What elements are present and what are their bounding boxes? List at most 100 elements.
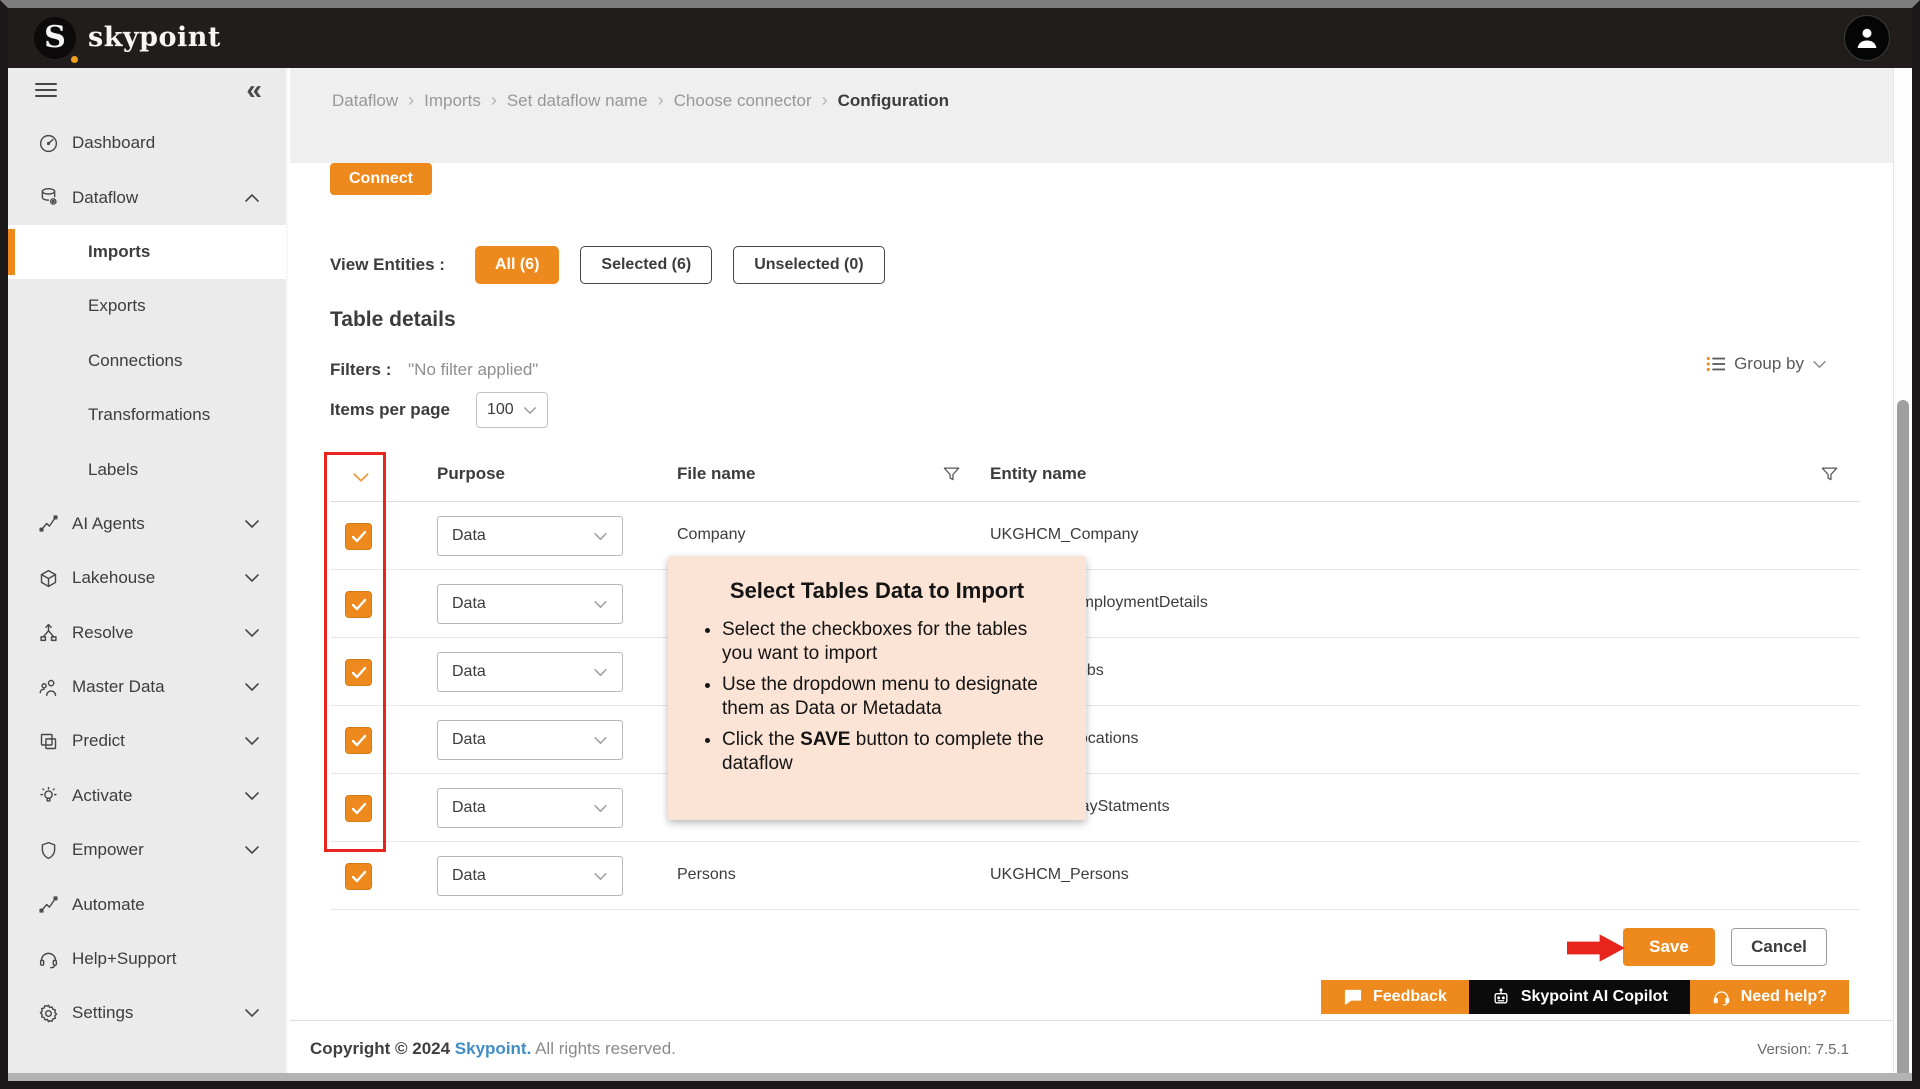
activate-icon	[36, 785, 60, 806]
purpose-dropdown[interactable]: Data	[437, 720, 623, 760]
sidebar-item-imports[interactable]: Imports	[8, 224, 286, 280]
topbar: S skypoint	[8, 8, 1912, 68]
sidebar-item-connections[interactable]: Connections	[8, 334, 286, 388]
breadcrumb-current: Configuration	[837, 90, 950, 110]
sidebar-item-labels[interactable]: Labels	[8, 442, 286, 496]
callout-bullets: Select the checkboxes for the tables you…	[692, 618, 1062, 775]
user-avatar[interactable]	[1844, 15, 1890, 61]
feedback-button[interactable]: Feedback	[1321, 980, 1469, 1014]
copilot-label: Skypoint AI Copilot	[1520, 988, 1668, 1005]
empower-shield-icon	[36, 840, 60, 861]
tables-list: Purpose File name Entity name Data Compa…	[330, 450, 1860, 910]
file-name-cell: Company	[677, 526, 746, 543]
sidebar-item-activate[interactable]: Activate	[8, 769, 286, 823]
chevron-down-icon	[1813, 360, 1826, 368]
callout-bullet: Click the SAVE button to complete the da…	[722, 728, 1062, 775]
dashboard-icon	[36, 133, 60, 154]
sidebar-item-label: Settings	[72, 1003, 134, 1023]
chevron-down-icon[interactable]	[244, 677, 260, 697]
row-checkbox[interactable]	[345, 863, 372, 890]
breadcrumb-separator-icon: ›	[490, 90, 497, 110]
robot-icon	[1494, 988, 1508, 1004]
sidebar-item-label: Empower	[72, 840, 144, 860]
group-by-control[interactable]: Group by	[1706, 354, 1827, 374]
connect-button[interactable]: Connect	[330, 163, 432, 195]
logo-letter: S	[44, 20, 66, 55]
sidebar-item-label: Exports	[88, 296, 146, 316]
master-data-icon	[36, 677, 60, 698]
table-row: Data Company UKGHCM_Company	[330, 502, 1860, 570]
sidebar-item-settings[interactable]: Settings	[8, 986, 286, 1040]
purpose-dropdown[interactable]: Data	[437, 788, 623, 828]
column-header-entity-name: Entity name	[990, 464, 1087, 483]
breadcrumb-item[interactable]: Choose connector	[674, 91, 812, 111]
sidebar-collapse-icon[interactable]: «	[246, 74, 262, 106]
chevron-down-icon[interactable]	[244, 514, 260, 534]
chevron-down-icon[interactable]	[244, 1003, 260, 1023]
sidebar-item-lakehouse[interactable]: Lakehouse	[8, 551, 286, 605]
chevron-down-icon[interactable]	[244, 568, 260, 588]
need-help-button[interactable]: Need help?	[1689, 980, 1849, 1014]
items-per-page-value: 100	[487, 401, 514, 418]
sidebar-item-empower[interactable]: Empower	[8, 823, 286, 877]
items-per-page-select[interactable]: 100	[476, 392, 548, 428]
scrollbar-thumb[interactable]	[1897, 400, 1909, 1081]
group-by-icon	[1706, 357, 1726, 371]
filter-selected-button[interactable]: Selected (6)	[580, 246, 713, 284]
lakehouse-icon	[36, 568, 60, 589]
purpose-dropdown[interactable]: Data	[437, 856, 623, 896]
window-bottom-strip	[8, 1073, 1912, 1081]
table-details-heading: Table details	[330, 308, 456, 331]
chevron-down-icon[interactable]	[244, 731, 260, 751]
sidebar-item-automate[interactable]: Automate	[8, 877, 286, 931]
callout-title: Select Tables Data to Import	[729, 578, 1025, 603]
filter-funnel-icon[interactable]	[942, 465, 961, 489]
vertical-scrollbar[interactable]	[1893, 68, 1912, 1081]
sidebar-item-label: Predict	[72, 731, 125, 751]
cancel-button[interactable]: Cancel	[1731, 928, 1827, 966]
sidebar-item-label: Lakehouse	[72, 568, 156, 588]
table-row: Data UKGHCM_EmploymentDetails	[330, 570, 1860, 638]
sidebar-item-dataflow[interactable]: Dataflow	[8, 170, 286, 224]
sidebar-item-ai-agents[interactable]: AI Agents	[8, 497, 286, 551]
ai-agents-icon	[36, 513, 60, 534]
purpose-dropdown[interactable]: Data	[437, 516, 623, 556]
breadcrumb-item[interactable]: Imports	[424, 91, 481, 111]
sidebar-item-transformations[interactable]: Transformations	[8, 388, 286, 442]
purpose-dropdown[interactable]: Data	[437, 652, 623, 692]
brand-wordmark[interactable]: skypoint	[88, 22, 221, 53]
gear-icon	[36, 1003, 60, 1024]
filter-all-button[interactable]: All (6)	[474, 246, 560, 284]
callout-bullet: Use the dropdown menu to designate them …	[722, 673, 1062, 720]
sidebar-item-dashboard[interactable]: Dashboard	[8, 116, 286, 170]
breadcrumb-item[interactable]: Dataflow	[332, 91, 398, 111]
skypoint-ai-copilot-button[interactable]: Skypoint AI Copilot	[1468, 980, 1690, 1014]
headset-icon	[36, 949, 60, 970]
dataflow-icon	[36, 187, 60, 208]
save-button[interactable]: Save	[1623, 928, 1715, 966]
filter-unselected-button[interactable]: Unselected (0)	[733, 246, 885, 284]
hamburger-menu-icon[interactable]	[34, 80, 58, 105]
sidebar-item-predict[interactable]: Predict	[8, 714, 286, 768]
purpose-value: Data	[452, 731, 486, 748]
chevron-up-icon[interactable]	[244, 188, 260, 208]
chevron-down-icon[interactable]	[244, 840, 260, 860]
group-by-label: Group by	[1734, 354, 1804, 373]
breadcrumb-item[interactable]: Set dataflow name	[507, 91, 648, 111]
sidebar-item-exports[interactable]: Exports	[8, 279, 286, 333]
chevron-down-icon[interactable]	[244, 786, 260, 806]
skypoint-link[interactable]: Skypoint.	[455, 1039, 532, 1058]
sidebar-item-help-support[interactable]: Help+Support	[8, 932, 286, 986]
sidebar-item-master-data[interactable]: Master Data	[8, 660, 286, 714]
purpose-value: Data	[452, 527, 486, 544]
skypoint-logo-icon[interactable]: S	[34, 17, 78, 63]
chevron-down-icon	[594, 804, 607, 812]
filter-funnel-icon[interactable]	[1820, 465, 1839, 489]
chevron-down-icon[interactable]	[244, 623, 260, 643]
purpose-dropdown[interactable]: Data	[437, 584, 623, 624]
sidebar-item-resolve[interactable]: Resolve	[8, 606, 286, 660]
save-annotation-arrow-icon	[1567, 934, 1625, 967]
breadcrumb-separator-icon: ›	[408, 90, 415, 110]
automate-icon	[36, 894, 60, 915]
logo-dot	[71, 56, 78, 63]
